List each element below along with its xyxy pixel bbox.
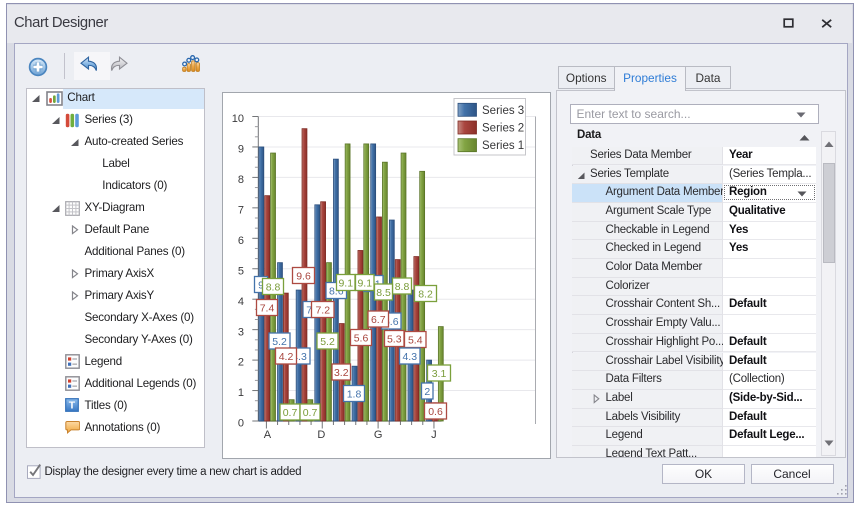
svg-text:1: 1 bbox=[237, 387, 243, 399]
svg-text:0.6: 0.6 bbox=[428, 405, 443, 417]
svg-text:5.2: 5.2 bbox=[320, 335, 335, 347]
svg-text:8: 8 bbox=[237, 174, 243, 186]
svg-text:0: 0 bbox=[237, 417, 243, 429]
svg-text:7.2: 7.2 bbox=[315, 304, 330, 316]
svg-text:5.3: 5.3 bbox=[386, 333, 401, 345]
svg-text:5: 5 bbox=[237, 265, 243, 277]
svg-text:9.6: 9.6 bbox=[296, 270, 311, 282]
svg-text:Series 1: Series 1 bbox=[482, 140, 524, 152]
svg-text:8.8: 8.8 bbox=[394, 280, 409, 292]
svg-text:9.1: 9.1 bbox=[357, 277, 372, 289]
svg-text:7.4: 7.4 bbox=[259, 302, 274, 314]
svg-text:8.2: 8.2 bbox=[418, 288, 433, 300]
svg-text:3.1: 3.1 bbox=[431, 367, 446, 379]
svg-text:6.7: 6.7 bbox=[370, 313, 385, 325]
svg-text:Series 3: Series 3 bbox=[482, 104, 524, 116]
svg-text:5.4: 5.4 bbox=[407, 334, 422, 346]
svg-text:D: D bbox=[317, 429, 325, 441]
svg-text:J: J bbox=[431, 429, 437, 441]
svg-text:0.7: 0.7 bbox=[282, 406, 297, 418]
svg-text:4.3: 4.3 bbox=[402, 350, 417, 362]
svg-text:5.2: 5.2 bbox=[272, 335, 287, 347]
svg-text:7: 7 bbox=[237, 204, 243, 216]
svg-text:1.8: 1.8 bbox=[346, 388, 361, 400]
svg-text:10: 10 bbox=[231, 113, 243, 125]
svg-text:4.2: 4.2 bbox=[278, 350, 293, 362]
svg-text:3: 3 bbox=[237, 326, 243, 338]
svg-text:4: 4 bbox=[237, 295, 243, 307]
svg-text:5.6: 5.6 bbox=[353, 332, 368, 344]
svg-text:Series 2: Series 2 bbox=[482, 122, 524, 134]
svg-text:2: 2 bbox=[424, 385, 430, 397]
svg-text:3.2: 3.2 bbox=[333, 366, 348, 378]
svg-text:6: 6 bbox=[237, 234, 243, 246]
svg-text:T: T bbox=[68, 400, 75, 412]
svg-text:8.5: 8.5 bbox=[376, 286, 391, 298]
svg-text:9.1: 9.1 bbox=[338, 277, 353, 289]
svg-text:9: 9 bbox=[237, 143, 243, 155]
svg-text:A: A bbox=[263, 429, 271, 441]
svg-text:0.7: 0.7 bbox=[302, 406, 317, 418]
svg-text:8.8: 8.8 bbox=[265, 281, 280, 293]
svg-text:G: G bbox=[373, 429, 382, 441]
svg-text:2: 2 bbox=[237, 356, 243, 368]
